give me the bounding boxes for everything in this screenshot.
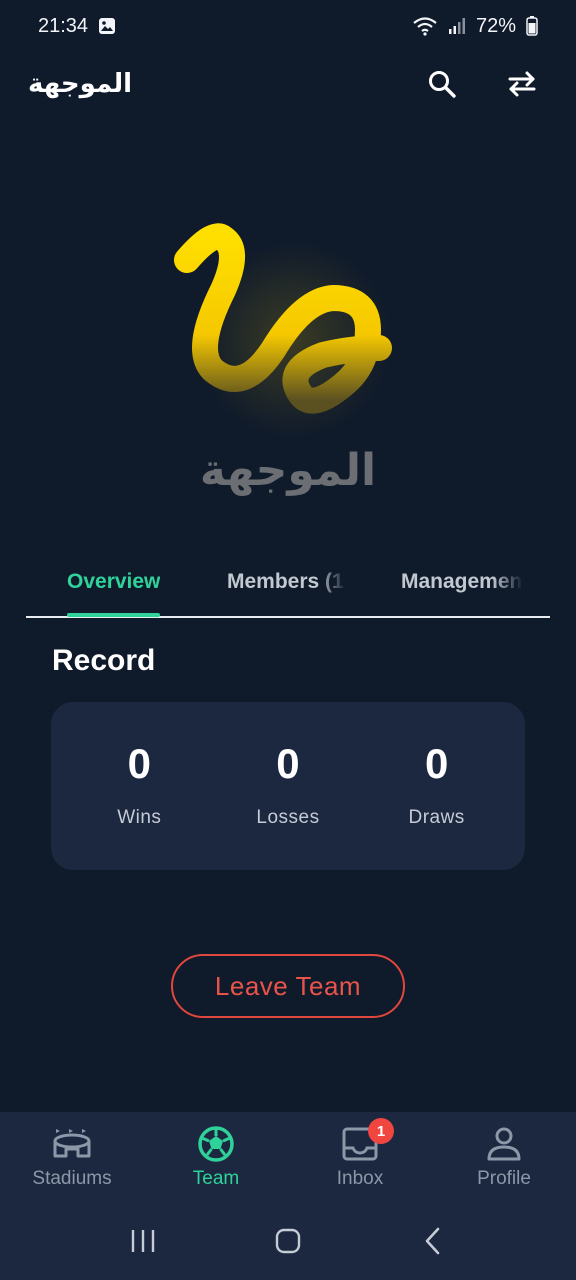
draws-value: 0: [424, 740, 449, 787]
signal-icon: [448, 17, 466, 35]
home-icon[interactable]: [268, 1221, 308, 1261]
system-nav-bar: [0, 1202, 576, 1280]
stat-wins: 0 Wins: [74, 743, 204, 829]
tab-members[interactable]: Members (1: [227, 547, 347, 617]
wifi-icon: [412, 16, 438, 36]
gallery-icon: [98, 17, 116, 35]
app-actions: [424, 66, 548, 102]
stadium-icon: [52, 1124, 92, 1164]
tab-overview-label: Overview: [67, 570, 161, 593]
back-icon[interactable]: [413, 1221, 453, 1261]
nav-label-team: Team: [192, 1168, 240, 1189]
tab-overview[interactable]: Overview: [67, 547, 161, 617]
stat-losses: 0 Losses: [223, 743, 353, 829]
bottom-nav: Stadiums Team 1 Inbox Profile: [0, 1112, 576, 1202]
nav-item-team[interactable]: Team: [144, 1112, 288, 1202]
stat-draws: 0 Draws: [372, 743, 502, 829]
team-logo-mark: [174, 223, 392, 414]
nav-label-inbox: Inbox: [336, 1168, 384, 1189]
nav-item-inbox[interactable]: 1 Inbox: [288, 1112, 432, 1202]
team-logo-banner: الموجهة: [26, 200, 550, 530]
profile-icon: [484, 1124, 524, 1164]
nav-label-profile: Profile: [477, 1168, 531, 1189]
battery-percent: 72%: [475, 14, 516, 37]
tab-management-label: Managemen: [401, 570, 523, 593]
tab-active-indicator: [67, 613, 161, 617]
losses-label: Losses: [256, 807, 320, 828]
inbox-badge: 1: [368, 1118, 394, 1144]
soccer-ball-icon: [196, 1124, 236, 1164]
app-bar: الموجهة: [0, 52, 576, 116]
page-title: الموجهة: [28, 69, 133, 99]
draws-label: Draws: [408, 807, 465, 828]
nav-label-stadiums: Stadiums: [32, 1168, 112, 1189]
nav-item-stadiums[interactable]: Stadiums: [0, 1112, 144, 1202]
record-card: 0 Wins 0 Losses 0 Draws: [51, 702, 525, 870]
record-title: Record: [52, 644, 156, 677]
team-logo-text: الموجهة: [199, 445, 377, 496]
swap-icon[interactable]: [504, 66, 540, 102]
team-logo: الموجهة: [173, 220, 403, 510]
leave-team-button[interactable]: Leave Team: [171, 954, 405, 1018]
wins-label: Wins: [117, 807, 162, 828]
status-bar: 21:34 72%: [0, 0, 576, 52]
tab-members-label: Members (1: [227, 570, 344, 593]
recent-apps-icon[interactable]: [123, 1221, 163, 1261]
nav-item-profile[interactable]: Profile: [432, 1112, 576, 1202]
status-time: 21:34: [38, 14, 89, 37]
status-left: 21:34: [38, 15, 116, 38]
losses-value: 0: [276, 740, 300, 787]
status-right: 72%: [412, 15, 538, 38]
wins-value: 0: [127, 740, 151, 787]
tab-management[interactable]: Managemen: [401, 547, 523, 617]
battery-icon: [526, 16, 538, 36]
search-icon[interactable]: [424, 66, 460, 102]
team-tabs: Overview Members (1 Managemen: [26, 548, 550, 618]
